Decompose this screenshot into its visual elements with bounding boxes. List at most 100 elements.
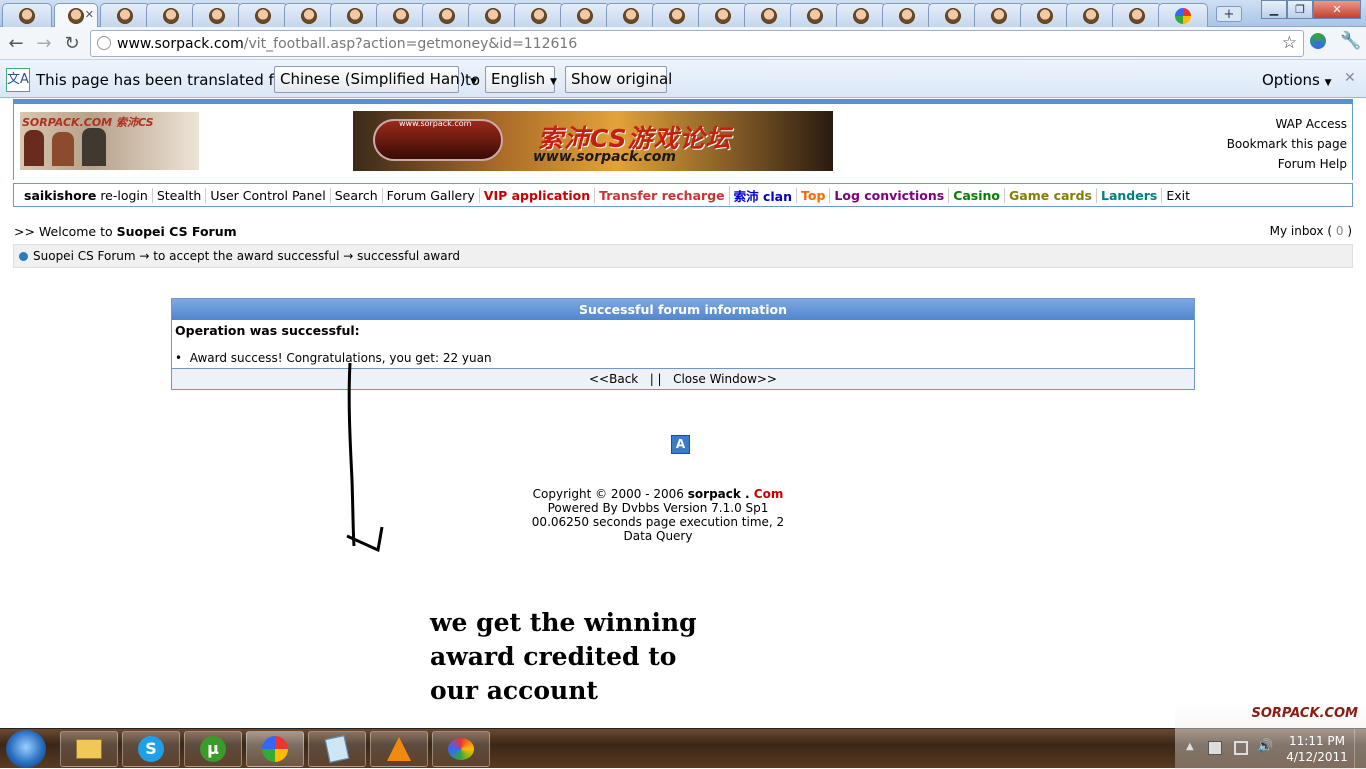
skype-taskbar-button[interactable]: S <box>122 731 180 767</box>
back-arrow-icon[interactable]: ← <box>5 33 27 54</box>
site-logo[interactable]: SORPACK.COM 索沛CS <box>20 112 199 170</box>
bookmark-star-icon[interactable]: ☆ <box>1282 33 1297 53</box>
tab[interactable] <box>192 3 242 27</box>
nav-stealth[interactable]: Stealth <box>151 187 205 203</box>
tab[interactable] <box>376 3 426 27</box>
username-link[interactable]: saikishore <box>24 188 96 203</box>
tab[interactable] <box>744 3 794 27</box>
target-language-value: English <box>491 70 546 88</box>
action-separator: | | <box>649 372 662 386</box>
footer-tld[interactable]: Com <box>754 487 784 501</box>
tab[interactable] <box>652 3 702 27</box>
nav-user-control-panel[interactable]: User Control Panel <box>205 187 329 203</box>
inbox-link[interactable]: My inbox ( 0 ) <box>1270 224 1352 238</box>
tab[interactable] <box>422 3 472 27</box>
forward-arrow-icon[interactable]: → <box>33 33 55 54</box>
data-query: Data Query <box>623 529 693 543</box>
tab[interactable] <box>330 3 380 27</box>
tab[interactable] <box>284 3 334 27</box>
face-favicon-icon <box>715 7 731 24</box>
options-menu[interactable]: Options ▼ <box>1262 71 1332 89</box>
tab[interactable] <box>146 3 196 27</box>
tab[interactable] <box>928 3 978 27</box>
tab[interactable] <box>560 3 610 27</box>
address-bar[interactable]: www.sorpack.com/vit_football.asp?action=… <box>90 30 1304 57</box>
tab[interactable] <box>1020 3 1070 27</box>
paint-taskbar-button[interactable] <box>432 731 490 767</box>
nav-game-cards[interactable]: Game cards <box>1004 187 1096 203</box>
tab[interactable] <box>974 3 1024 27</box>
back-link[interactable]: <<Back <box>589 372 638 386</box>
target-language-select[interactable]: English ▼ <box>485 66 557 93</box>
face-favicon-icon <box>301 7 317 24</box>
utorrent-icon: µ <box>200 736 226 762</box>
nav-top[interactable]: Top <box>796 187 829 203</box>
tab[interactable] <box>882 3 932 27</box>
volume-icon[interactable]: 🔊 <box>1257 739 1273 754</box>
tab[interactable] <box>698 3 748 27</box>
tab[interactable] <box>468 3 518 27</box>
face-favicon-icon <box>347 7 363 24</box>
nav-transfer-recharge[interactable]: Transfer recharge <box>594 187 729 203</box>
nav-forum-gallery[interactable]: Forum Gallery <box>381 187 479 203</box>
inbox-close-paren: ) <box>1347 224 1352 238</box>
bookmark-link[interactable]: Bookmark this page <box>1227 134 1347 154</box>
footer-brand[interactable]: sorpack <box>688 487 741 501</box>
tab[interactable] <box>790 3 840 27</box>
tab[interactable] <box>2 3 52 27</box>
reload-icon[interactable]: ↻ <box>61 33 83 54</box>
maximize-button[interactable]: ❐ <box>1287 0 1313 19</box>
badge-icon[interactable]: A <box>671 435 690 454</box>
flag-icon[interactable] <box>1208 741 1222 755</box>
to-label: to <box>465 71 481 89</box>
breadcrumb-text[interactable]: Suopei CS Forum → to accept the award su… <box>33 249 460 263</box>
nav-relogin[interactable]: re-login <box>100 188 148 203</box>
close-infobar-icon[interactable]: ✕ <box>1344 70 1356 86</box>
tab[interactable] <box>1112 3 1162 27</box>
powered-by[interactable]: Powered By Dvbbs Version 7.1.0 Sp1 <box>483 501 833 515</box>
nav-search[interactable]: Search <box>329 187 382 203</box>
network-icon[interactable] <box>1234 741 1248 755</box>
show-original-button[interactable]: Show original <box>565 66 672 93</box>
nav-log-convictions[interactable]: Log convictions <box>829 187 948 203</box>
face-favicon-icon <box>209 7 225 24</box>
tab[interactable] <box>100 3 150 27</box>
vlc-taskbar-button[interactable] <box>370 731 428 767</box>
show-desktop-button[interactable] <box>1354 729 1366 769</box>
utorrent-taskbar-button[interactable]: µ <box>184 731 242 767</box>
new-tab-button[interactable]: + <box>1216 6 1242 22</box>
wrench-icon[interactable]: 🔧 <box>1340 31 1361 51</box>
extension-icon[interactable] <box>1310 33 1326 49</box>
tab[interactable] <box>836 3 886 27</box>
notes-taskbar-button[interactable] <box>308 731 366 767</box>
nav-vip-application[interactable]: VIP application <box>478 187 594 203</box>
source-language-select[interactable]: Chinese (Simplified Han) ▼ <box>274 66 477 93</box>
tray-expand-icon[interactable]: ▲ <box>1186 741 1194 752</box>
minimize-button[interactable]: ▁ <box>1261 0 1287 19</box>
start-button-icon[interactable] <box>6 730 46 768</box>
close-window-link[interactable]: Close Window>> <box>673 372 777 386</box>
tab[interactable] <box>514 3 564 27</box>
tab-active[interactable]: ✕ <box>54 3 98 27</box>
close-tab-icon[interactable]: ✕ <box>85 8 94 21</box>
window-close-button[interactable]: ✕ <box>1313 0 1361 19</box>
chrome-taskbar-button[interactable] <box>246 731 304 767</box>
explorer-taskbar-button[interactable] <box>60 731 118 767</box>
face-favicon-icon <box>1129 7 1145 24</box>
clock[interactable]: 11:11 PM 4/12/2011 <box>1282 733 1352 765</box>
nav-clan[interactable]: 索沛 clan <box>728 185 796 205</box>
nav-casino[interactable]: Casino <box>948 187 1004 203</box>
annotation-line: award credited to <box>430 642 677 671</box>
forum-banner[interactable]: www.sorpack.com 索沛CS游戏论坛 www.sorpack.com <box>353 111 833 171</box>
nav-exit[interactable]: Exit <box>1161 187 1194 203</box>
wap-access-link[interactable]: WAP Access <box>1227 114 1347 134</box>
tab[interactable] <box>238 3 288 27</box>
nav-landers[interactable]: Landers <box>1095 187 1161 203</box>
tab[interactable] <box>606 3 656 27</box>
clock-time: 11:11 PM <box>1289 734 1345 748</box>
tab[interactable] <box>1066 3 1116 27</box>
forum-help-link[interactable]: Forum Help <box>1227 154 1347 174</box>
breadcrumb-bullet-icon <box>19 251 28 261</box>
tab[interactable] <box>1158 3 1208 27</box>
face-favicon-icon <box>68 7 84 24</box>
